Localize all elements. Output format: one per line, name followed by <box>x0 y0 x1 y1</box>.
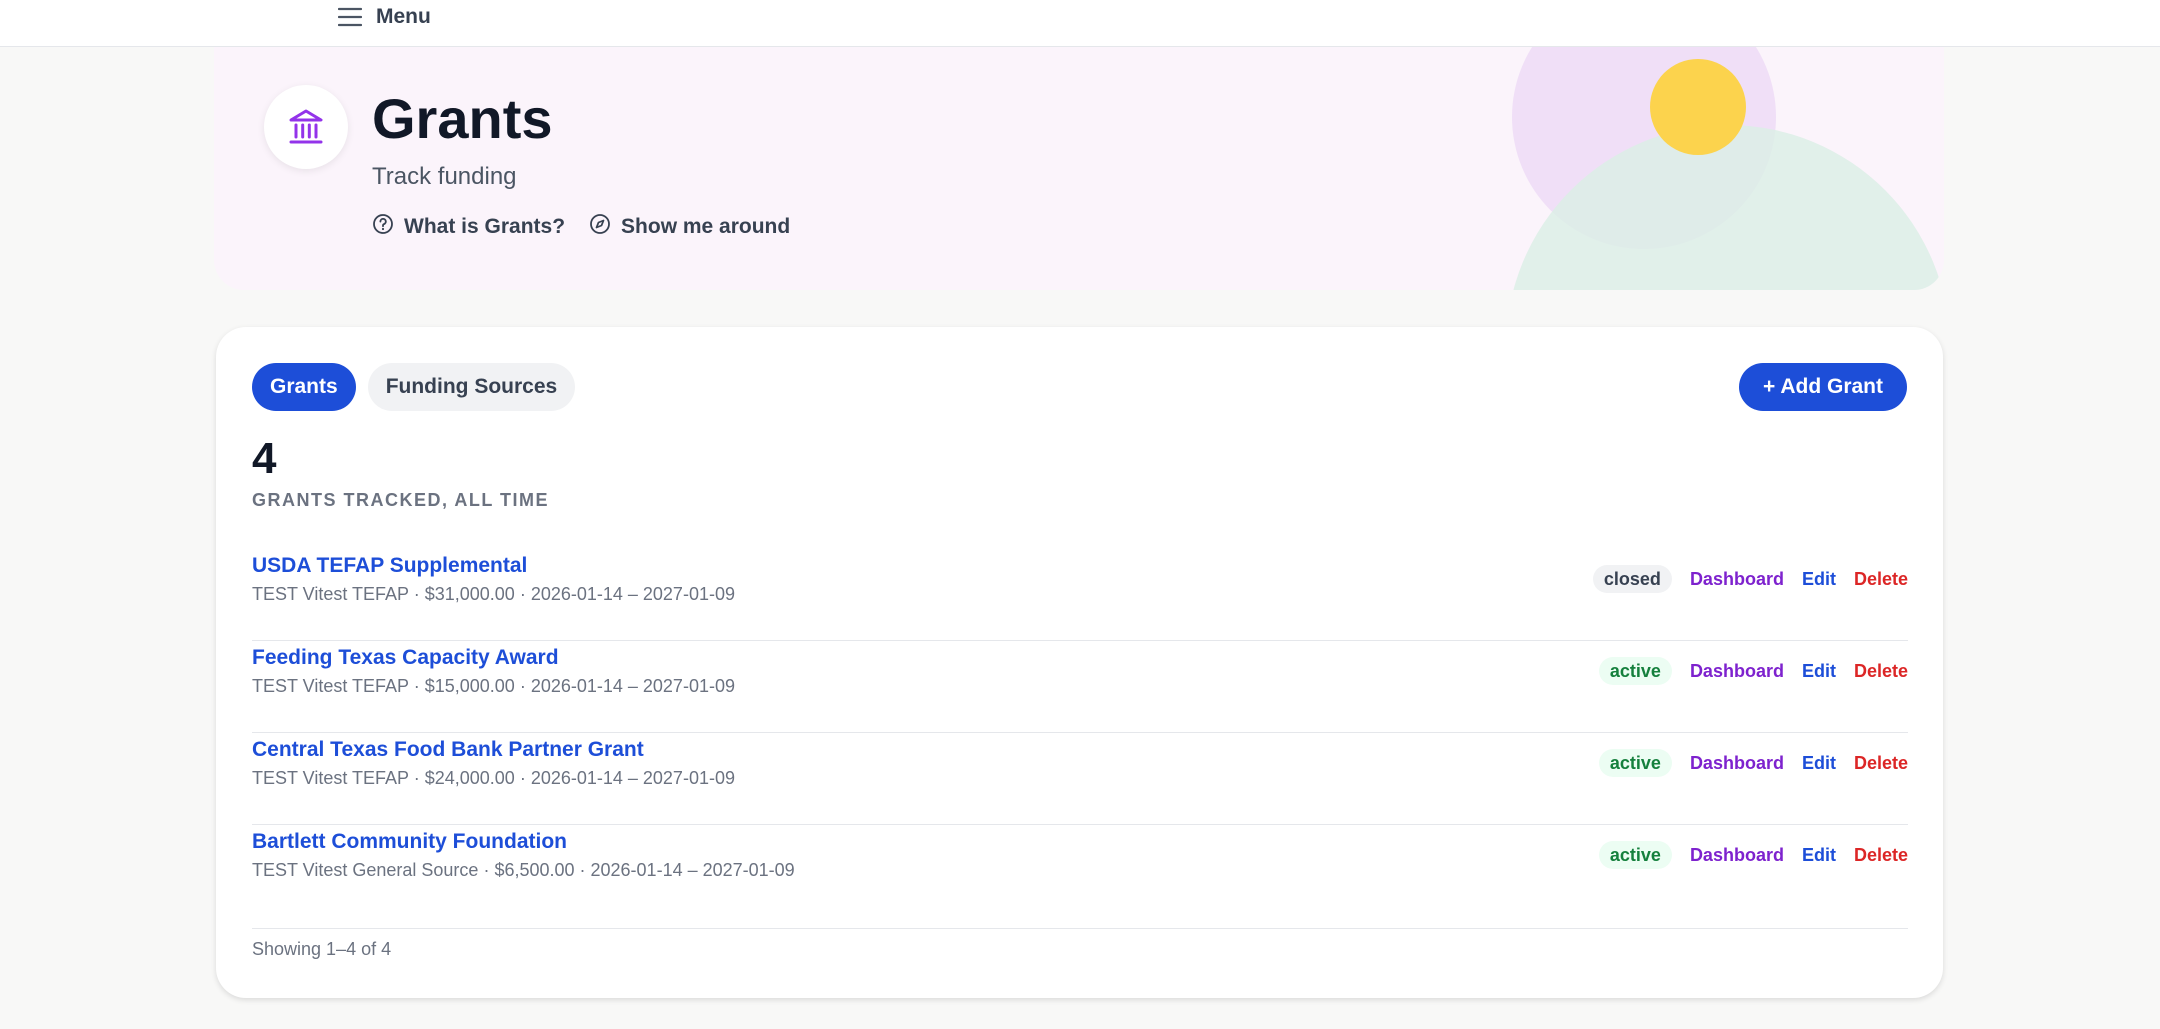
status-badge: active <box>1598 841 1672 869</box>
grant-title-link[interactable]: Bartlett Community Foundation <box>252 830 567 854</box>
top-bar: Menu <box>0 0 2160 47</box>
status-badge: active <box>1598 657 1672 685</box>
edit-link[interactable]: Edit <box>1802 845 1836 866</box>
page-title: Grants <box>372 87 553 150</box>
help-link[interactable]: What is Grants? <box>372 213 565 241</box>
delete-link[interactable]: Delete <box>1854 569 1908 590</box>
edit-link[interactable]: Edit <box>1802 661 1836 682</box>
status-badge: active <box>1598 749 1672 777</box>
grant-meta: TEST Vitest TEFAP · $31,000.00 · 2026-01… <box>252 584 735 604</box>
menu-label: Menu <box>376 5 431 28</box>
dashboard-link[interactable]: Dashboard <box>1690 661 1784 682</box>
grant-title-link[interactable]: Central Texas Food Bank Partner Grant <box>252 738 644 762</box>
page-header: Grants Track funding What is Grants? Sho… <box>214 47 1944 290</box>
list-item: Bartlett Community Foundation TEST Vites… <box>252 825 1908 929</box>
bank-icon <box>264 85 348 169</box>
tab-bar: Grants Funding Sources <box>252 363 576 411</box>
grant-meta: TEST Vitest TEFAP · $24,000.00 · 2026-01… <box>252 768 735 788</box>
list-item: Central Texas Food Bank Partner Grant TE… <box>252 733 1908 825</box>
list-item: Feeding Texas Capacity Award TEST Vitest… <box>252 641 1908 733</box>
grant-meta: TEST Vitest TEFAP · $15,000.00 · 2026-01… <box>252 676 735 696</box>
grant-meta: TEST Vitest General Source · $6,500.00 ·… <box>252 860 795 880</box>
tab-grants[interactable]: Grants <box>252 363 356 411</box>
delete-link[interactable]: Delete <box>1854 661 1908 682</box>
grants-card: Grants Funding Sources + Add Grant 4 GRA… <box>216 327 1943 998</box>
edit-link[interactable]: Edit <box>1802 753 1836 774</box>
pagination-summary: Showing 1–4 of 4 <box>252 939 392 959</box>
grant-count: 4 <box>252 434 277 483</box>
dashboard-link[interactable]: Dashboard <box>1690 569 1784 590</box>
dashboard-link[interactable]: Dashboard <box>1690 845 1784 866</box>
grant-list: USDA TEFAP Supplemental TEST Vitest TEFA… <box>252 549 1908 929</box>
grant-title-link[interactable]: Feeding Texas Capacity Award <box>252 646 559 670</box>
status-badge: closed <box>1592 565 1672 593</box>
grant-title-link[interactable]: USDA TEFAP Supplemental <box>252 554 527 578</box>
help-circle-icon <box>372 213 394 241</box>
edit-link[interactable]: Edit <box>1802 569 1836 590</box>
menu-button[interactable]: Menu <box>338 2 431 32</box>
add-grant-button[interactable]: + Add Grant <box>1739 363 1907 411</box>
tour-link[interactable]: Show me around <box>589 213 790 241</box>
hamburger-icon <box>338 6 362 28</box>
dashboard-link[interactable]: Dashboard <box>1690 753 1784 774</box>
tab-funding-sources[interactable]: Funding Sources <box>367 363 576 411</box>
grant-count-label: GRANTS TRACKED, ALL TIME <box>252 490 549 510</box>
delete-link[interactable]: Delete <box>1854 753 1908 774</box>
page-subtitle: Track funding <box>372 163 517 190</box>
list-item: USDA TEFAP Supplemental TEST Vitest TEFA… <box>252 549 1908 641</box>
tour-link-label: Show me around <box>621 215 791 238</box>
delete-link[interactable]: Delete <box>1854 845 1908 866</box>
help-link-label: What is Grants? <box>404 215 566 238</box>
compass-icon <box>589 213 611 241</box>
